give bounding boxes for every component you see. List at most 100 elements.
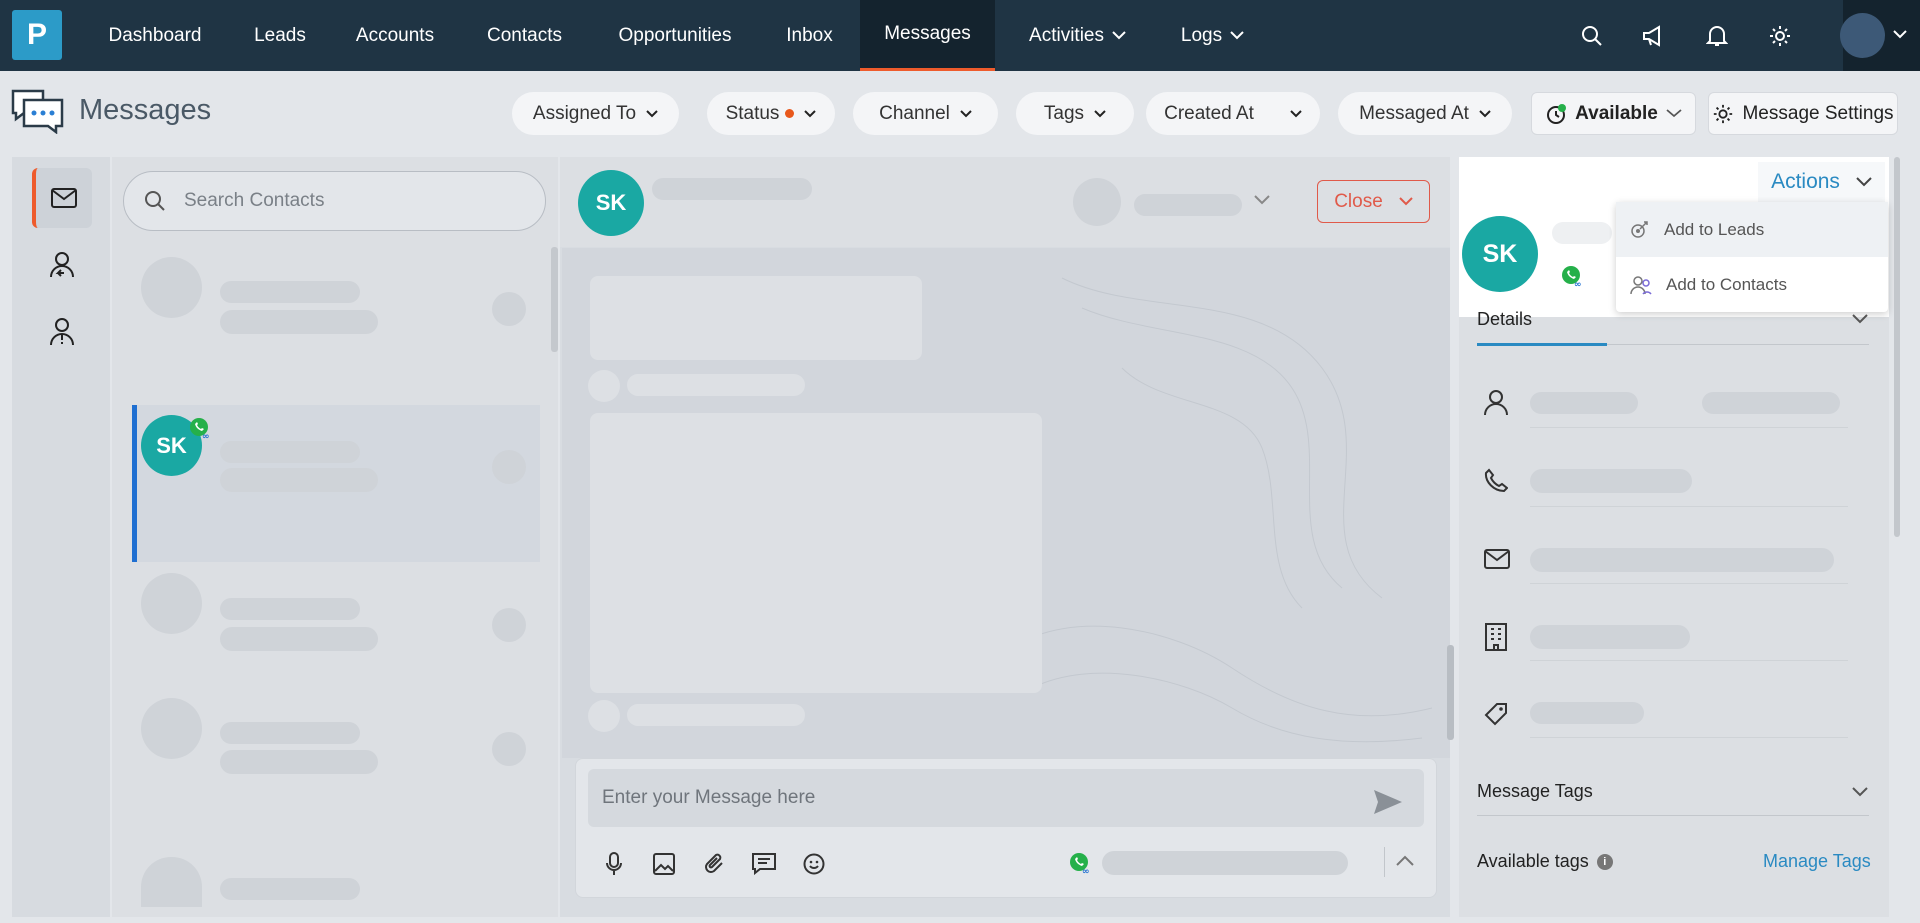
nav-leads[interactable]: Leads [240,0,320,71]
skeleton-line [220,310,378,334]
page-title: Messages [79,94,212,126]
chevron-down-icon[interactable] [1893,30,1907,39]
divider [1477,815,1869,816]
nav-contacts[interactable]: Contacts [472,0,577,71]
chevron-down-icon[interactable] [1852,787,1868,797]
divider [1530,660,1848,661]
chevron-down-icon [804,109,817,118]
skeleton-line [1702,392,1840,414]
filter-channel[interactable]: Channel [853,92,998,135]
filter-created-at[interactable]: Created At [1146,92,1320,135]
skeleton-line [1552,222,1612,244]
menu-item-add-to-leads[interactable]: Add to Leads [1616,202,1888,257]
nav-dashboard[interactable]: Dashboard [90,0,220,71]
skeleton-line [220,722,360,744]
building-icon [1484,622,1508,652]
avatar-placeholder [588,700,620,732]
avatar-placeholder [141,698,202,759]
skeleton-line [627,374,805,396]
chat-scrollbar[interactable] [1447,645,1454,740]
message-tags-heading: Message Tags [1477,781,1593,801]
skeleton-line [220,281,360,303]
mail-icon [1484,549,1510,569]
phone-icon [1484,468,1508,492]
emoji-icon[interactable] [803,853,825,875]
skeleton-line [1530,702,1644,724]
filter-tags[interactable]: Tags [1016,92,1134,135]
send-icon[interactable] [1373,789,1403,815]
skeleton-line [1530,548,1834,572]
filter-status[interactable]: Status [707,92,835,135]
lead-icon [1630,220,1650,240]
template-icon[interactable] [752,853,776,875]
message-settings-button[interactable]: Message Settings [1708,92,1898,135]
clock-icon [1545,103,1567,125]
contact-list-scrollbar[interactable] [551,247,558,352]
badge-placeholder [492,450,526,484]
divider [1530,737,1848,738]
info-icon[interactable]: i [1596,853,1613,870]
microphone-icon[interactable] [605,852,623,876]
search-input[interactable]: Search Contacts [123,171,546,231]
nav-messages[interactable]: Messages [860,0,995,71]
assigned-contact-button[interactable] [32,236,92,296]
inbox-mail-button[interactable] [32,168,92,228]
unassigned-contact-button[interactable] [32,302,92,362]
chat-avatar: SK [578,170,644,236]
image-icon[interactable] [653,853,675,875]
whatsapp-icon: ∞ [1560,264,1584,288]
message-bubble-placeholder [590,276,922,360]
filter-assigned-to[interactable]: Assigned To [512,92,679,135]
svg-text:∞: ∞ [1574,280,1582,288]
details-scrollbar[interactable] [1894,157,1900,537]
avatar-placeholder [141,257,202,318]
chevron-down-icon [1094,109,1106,118]
paperclip-icon[interactable] [704,852,726,876]
chevron-down-icon [1230,31,1244,40]
divider [1530,506,1848,507]
user-alert-icon [49,317,75,347]
actions-dropdown[interactable]: Actions [1758,162,1885,202]
manage-tags-link[interactable]: Manage Tags [1763,851,1871,872]
chevron-up-icon[interactable] [1396,855,1414,866]
nav-inbox[interactable]: Inbox [772,0,847,71]
search-icon[interactable] [1578,22,1606,50]
assignee-avatar-placeholder [1073,178,1121,226]
messages-icon [10,88,66,134]
chevron-down-icon [646,109,658,118]
chevron-down-icon[interactable] [1254,195,1270,205]
skeleton-line [627,704,805,726]
divider [1530,583,1848,584]
nav-logs[interactable]: Logs [1170,0,1255,71]
person-icon [1484,390,1508,416]
nav-opportunities[interactable]: Opportunities [605,0,745,71]
app-logo[interactable]: P [12,10,62,60]
skeleton-line [652,178,812,200]
menu-item-add-to-contacts[interactable]: Add to Contacts [1616,257,1888,312]
avatar[interactable] [1840,13,1885,58]
availability-dropdown[interactable]: Available [1531,92,1696,135]
filter-messaged-at[interactable]: Messaged At [1338,92,1512,135]
bell-icon[interactable] [1703,22,1731,50]
nav-accounts[interactable]: Accounts [345,0,445,71]
channel-selector-placeholder[interactable] [1102,851,1348,875]
skeleton-line [220,878,360,900]
chevron-down-icon[interactable] [1852,314,1868,324]
search-icon [144,190,166,212]
skeleton-line [220,468,378,492]
chevron-down-icon [1856,177,1872,187]
megaphone-icon[interactable] [1640,22,1668,50]
chevron-down-icon [1290,109,1302,118]
message-input[interactable]: Enter your Message here [588,769,1424,827]
chevron-down-icon [960,109,972,118]
tab-underline [1477,343,1607,346]
divider [1530,427,1848,428]
divider [1384,847,1385,877]
contacts-icon [1630,275,1652,295]
badge-placeholder [492,608,526,642]
gear-icon[interactable] [1766,22,1794,50]
details-avatar: SK [1462,216,1538,292]
tab-details[interactable]: Details [1477,309,1532,330]
nav-activities[interactable]: Activities [1010,0,1145,71]
close-conversation-button[interactable]: Close [1317,180,1430,223]
